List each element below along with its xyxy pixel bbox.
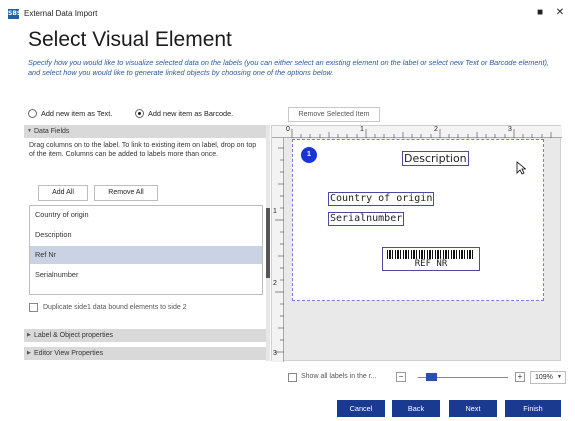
data-fields-title: Data Fields [34,128,70,135]
list-item[interactable]: Country of origin [30,206,262,224]
add-as-barcode-option[interactable]: Add new item as Barcode. [135,109,233,118]
page-title: Select Visual Element [28,28,232,51]
data-fields-header[interactable]: ▼ Data Fields [24,125,266,138]
mouse-cursor-icon [516,161,526,175]
list-item[interactable]: Ref Nr [30,246,262,264]
splitter-grip[interactable] [266,208,270,278]
duplicate-side-checkbox[interactable] [29,303,38,312]
expand-triangle-icon: ▶ [27,332,31,338]
label-barcode[interactable]: REF NR [382,247,480,271]
ruler-ticks [275,147,284,353]
label-side-badge[interactable]: 1 [301,147,317,163]
close-icon[interactable]: ✕ [552,5,568,21]
zoom-out-button[interactable]: − [396,372,406,382]
zoom-level-dropdown[interactable]: 109% ▼ [530,371,566,384]
zoom-bar: Show all labels in the r... − + 109% ▼ [288,371,568,385]
ruler-number: 3 [508,126,512,133]
ruler-number: 0 [286,126,290,133]
ruler-number: 1 [360,126,364,133]
data-fields-help: Drag columns on to the label. To link to… [29,142,257,159]
maximize-icon[interactable]: ■ [532,5,548,21]
finish-button[interactable]: Finish [505,400,561,417]
vertical-ruler: 1 2 3 [272,138,284,362]
data-fields-panel: ▼ Data Fields Drag columns on to the lab… [24,125,266,361]
instructions-text: Specify how you would like to visualize … [28,58,549,77]
ruler-ticks [291,129,552,138]
ruler-number: 2 [434,126,438,133]
horizontal-ruler: 0 1 2 3 [272,126,562,138]
show-all-labels-checkbox[interactable] [288,373,297,382]
editor-view-properties-header[interactable]: ▶ Editor View Properties [24,347,266,360]
ruler-number: 3 [273,350,277,357]
label-object-properties-title: Label & Object properties [34,332,113,339]
collapse-triangle-icon: ▼ [27,128,32,134]
label-country-text[interactable]: Country of origin [328,192,435,206]
editor-view-properties-title: Editor View Properties [34,350,104,357]
data-field-list: Country of origin Description Ref Nr Ser… [29,205,263,295]
app-icon: SBS [8,9,22,19]
add-as-text-option[interactable]: Add new item as Text. [28,109,112,118]
zoom-in-button[interactable]: + [515,372,525,382]
remove-all-button[interactable]: Remove All [94,185,158,201]
add-as-text-radio[interactable] [28,109,37,118]
barcode-human-readable: REF NR [414,259,448,269]
label-object-properties-header[interactable]: ▶ Label & Object properties [24,329,266,342]
barcode-bars [387,250,475,259]
title-bar: SBS External Data Import ■ ✕ [0,0,575,28]
window-title: External Data Import [24,9,98,18]
next-button[interactable]: Next [449,400,497,417]
list-item[interactable]: Serialnumber [30,266,262,284]
add-as-barcode-radio[interactable] [135,109,144,118]
remove-selected-item-button[interactable]: Remove Selected Item [288,107,380,122]
zoom-slider-thumb[interactable] [426,373,437,381]
cancel-button[interactable]: Cancel [337,400,385,417]
back-button[interactable]: Back [392,400,440,417]
label-design-area[interactable]: 1 Description Country of origin Serialnu… [292,139,544,301]
ruler-number: 2 [273,280,277,287]
list-item[interactable]: Description [30,226,262,244]
duplicate-side-label: Duplicate side1 data bound elements to s… [43,304,187,311]
add-as-text-label: Add new item as Text. [41,109,113,118]
duplicate-side-option[interactable]: Duplicate side1 data bound elements to s… [29,303,187,312]
expand-triangle-icon: ▶ [27,350,31,356]
label-description-text[interactable]: Description [402,151,469,166]
label-canvas[interactable]: 0 1 2 3 1 2 3 1 Description Country of o… [271,125,562,362]
ruler-number: 1 [273,208,277,215]
zoom-level-value: 109% [535,374,553,381]
dropdown-arrow-icon: ▼ [557,374,562,380]
show-all-labels-label: Show all labels in the r... [301,373,377,380]
add-as-barcode-label: Add new item as Barcode. [148,109,234,118]
label-serial-text[interactable]: Serialnumber [328,212,405,226]
add-all-button[interactable]: Add All [38,185,88,201]
